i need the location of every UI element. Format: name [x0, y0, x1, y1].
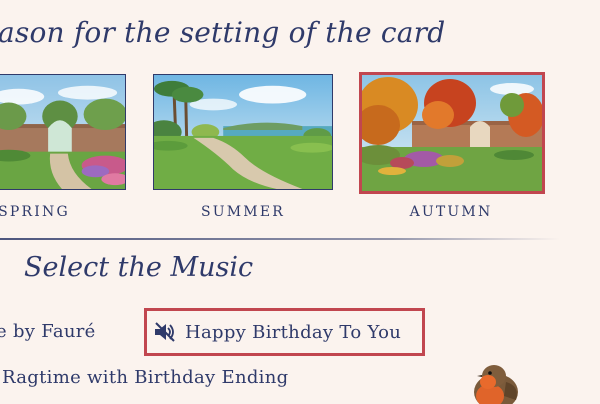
season-thumbnail-summer[interactable]	[153, 74, 333, 190]
speaker-muted-icon[interactable]	[153, 321, 177, 343]
season-label-summer[interactable]: SUMMER	[173, 204, 313, 220]
autumn-garden-image	[362, 75, 542, 191]
music-section-heading: Select the Music	[24, 252, 254, 283]
section-divider	[0, 238, 560, 240]
music-option-happy-birthday[interactable]: Happy Birthday To You	[144, 308, 425, 356]
music-option-ragtime[interactable]: Ragtime with Birthday Ending	[2, 367, 288, 388]
music-option-faure[interactable]: e by Fauré	[0, 321, 96, 342]
music-option-label: Happy Birthday To You	[185, 321, 402, 343]
season-thumbnail-spring[interactable]	[0, 74, 126, 190]
robin-bird-image	[474, 365, 518, 404]
summer-garden-image	[154, 75, 332, 189]
spring-garden-image	[0, 75, 125, 189]
season-thumbnail-autumn[interactable]	[359, 72, 545, 194]
season-section-heading: ason for the setting of the card	[0, 16, 446, 49]
season-label-spring[interactable]: SPRING	[0, 204, 104, 220]
season-label-autumn[interactable]: AUTUMN	[381, 204, 521, 220]
